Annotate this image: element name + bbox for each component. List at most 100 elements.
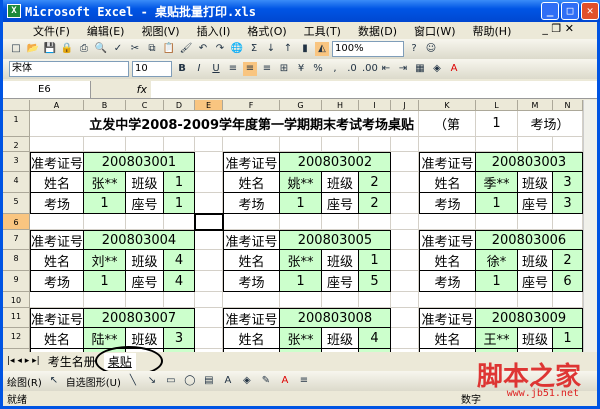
name-value[interactable]: 刘**	[84, 250, 126, 271]
name-value[interactable]: 徐*	[476, 250, 518, 271]
redo-icon[interactable]: ↷	[213, 42, 227, 56]
label-exam-id[interactable]: 准考证号	[30, 230, 84, 250]
borders-icon[interactable]: ▦	[413, 62, 427, 76]
row-header[interactable]: 5	[3, 193, 30, 214]
grid-cell[interactable]	[195, 193, 223, 214]
label-name[interactable]: 姓名	[223, 328, 280, 349]
drawing-icon[interactable]: ◭	[315, 42, 329, 56]
name-value[interactable]: 张**	[280, 328, 322, 349]
label-seat[interactable]: 座号	[322, 271, 359, 292]
class-value[interactable]: 1	[164, 172, 195, 193]
grid-cell[interactable]	[419, 292, 476, 308]
grid-cell[interactable]	[553, 137, 583, 152]
grid-cell[interactable]	[280, 292, 322, 308]
grid-cell[interactable]	[126, 214, 164, 230]
column-header[interactable]: N	[553, 100, 583, 111]
grid-cell[interactable]	[195, 328, 223, 349]
label-class[interactable]: 班级	[126, 250, 164, 271]
grid-cell[interactable]	[195, 230, 223, 250]
menu-item[interactable]: 帮助(H)	[473, 23, 512, 39]
column-header[interactable]: K	[419, 100, 476, 111]
label-room[interactable]: 考场	[223, 193, 280, 214]
menu-item[interactable]: 文件(F)	[33, 23, 70, 39]
class-value[interactable]: 2	[553, 250, 583, 271]
paste-icon[interactable]: 📋	[162, 42, 176, 56]
worksheet-grid[interactable]: ABCDEFGHIJKLMN12345678910111213立发中学2008-…	[3, 100, 583, 352]
column-header[interactable]: A	[30, 100, 84, 111]
label-class[interactable]: 班级	[126, 172, 164, 193]
hyperlink-icon[interactable]: 🌐	[230, 42, 244, 56]
room-value[interactable]: 1	[476, 193, 518, 214]
menu-item[interactable]: 视图(V)	[141, 23, 179, 39]
label-name[interactable]: 姓名	[30, 250, 84, 271]
label-exam-id[interactable]: 准考证号	[419, 230, 476, 250]
label-seat[interactable]: 座号	[518, 271, 553, 292]
room-number[interactable]: 1	[476, 111, 518, 137]
font-select[interactable]: 宋体	[9, 61, 129, 77]
column-header[interactable]: H	[322, 100, 359, 111]
vertical-scrollbar[interactable]	[583, 100, 597, 352]
grid-cell[interactable]	[195, 152, 223, 172]
name-value[interactable]: 张**	[280, 250, 322, 271]
help-icon[interactable]: ?	[407, 42, 421, 56]
grid-cell[interactable]	[553, 214, 583, 230]
grid-cell[interactable]	[195, 308, 223, 328]
underline-icon[interactable]: U	[209, 62, 223, 76]
formula-input[interactable]	[151, 81, 597, 98]
chart-wizard-icon[interactable]: ▮	[298, 42, 312, 56]
seat-value[interactable]: 6	[553, 271, 583, 292]
column-header[interactable]: L	[476, 100, 518, 111]
tab-nav-buttons[interactable]: |◂ ◂ ▸ ▸|	[7, 356, 40, 366]
grid-cell[interactable]	[391, 152, 419, 172]
grid-cell[interactable]	[322, 292, 359, 308]
grid-cell[interactable]	[126, 292, 164, 308]
sort-descending-icon[interactable]: ↑	[281, 42, 295, 56]
label-room[interactable]: 考场	[223, 271, 280, 292]
grid-cell[interactable]	[391, 328, 419, 349]
textbox-icon[interactable]: ▤	[202, 374, 216, 388]
menu-item[interactable]: 窗口(W)	[414, 23, 455, 39]
label-seat[interactable]: 座号	[322, 193, 359, 214]
decrease-decimal-icon[interactable]: .00	[362, 62, 378, 76]
format-painter-icon[interactable]: 🖌	[179, 42, 193, 56]
class-value[interactable]: 2	[359, 172, 391, 193]
seat-value[interactable]: 2	[359, 193, 391, 214]
label-name[interactable]: 姓名	[30, 328, 84, 349]
label-name[interactable]: 姓名	[223, 250, 280, 271]
permission-icon[interactable]: 🔒	[60, 42, 74, 56]
grid-cell[interactable]	[391, 308, 419, 328]
grid-cell[interactable]	[476, 214, 518, 230]
grid-cell[interactable]	[518, 214, 553, 230]
autoshapes-menu[interactable]: 自选图形(U)	[66, 374, 121, 389]
print-preview-icon[interactable]: 🔍	[94, 42, 108, 56]
exam-id-value[interactable]: 200803003	[476, 152, 583, 172]
grid-cell[interactable]	[30, 214, 84, 230]
grid-cell[interactable]	[359, 292, 391, 308]
label-exam-id[interactable]: 准考证号	[223, 152, 280, 172]
exam-id-value[interactable]: 200803002	[280, 152, 391, 172]
row-header[interactable]: 1	[3, 111, 30, 137]
row-header[interactable]: 9	[3, 271, 30, 292]
print-icon[interactable]: ⎙	[77, 42, 91, 56]
grid-cell[interactable]	[280, 214, 322, 230]
minimize-button[interactable]: _	[541, 2, 559, 20]
font-color-icon[interactable]: A	[278, 374, 292, 388]
cut-icon[interactable]: ✂	[128, 42, 142, 56]
class-value[interactable]: 1	[553, 328, 583, 349]
grid-cell[interactable]	[391, 214, 419, 230]
exam-id-value[interactable]: 200803001	[84, 152, 195, 172]
open-icon[interactable]: 📂	[26, 42, 40, 56]
grid-cell[interactable]	[164, 292, 195, 308]
grid-cell[interactable]	[419, 137, 476, 152]
label-name[interactable]: 姓名	[419, 172, 476, 193]
sort-ascending-icon[interactable]: ↓	[264, 42, 278, 56]
grid-cell[interactable]	[164, 137, 195, 152]
column-header[interactable]: M	[518, 100, 553, 111]
column-header[interactable]: D	[164, 100, 195, 111]
label-class[interactable]: 班级	[518, 328, 553, 349]
column-header[interactable]: J	[391, 100, 419, 111]
row-header[interactable]: 2	[3, 137, 30, 152]
row-header[interactable]: 6	[3, 214, 30, 230]
align-center-icon[interactable]: ≡	[243, 62, 257, 76]
line-icon[interactable]: ╲	[126, 374, 140, 388]
